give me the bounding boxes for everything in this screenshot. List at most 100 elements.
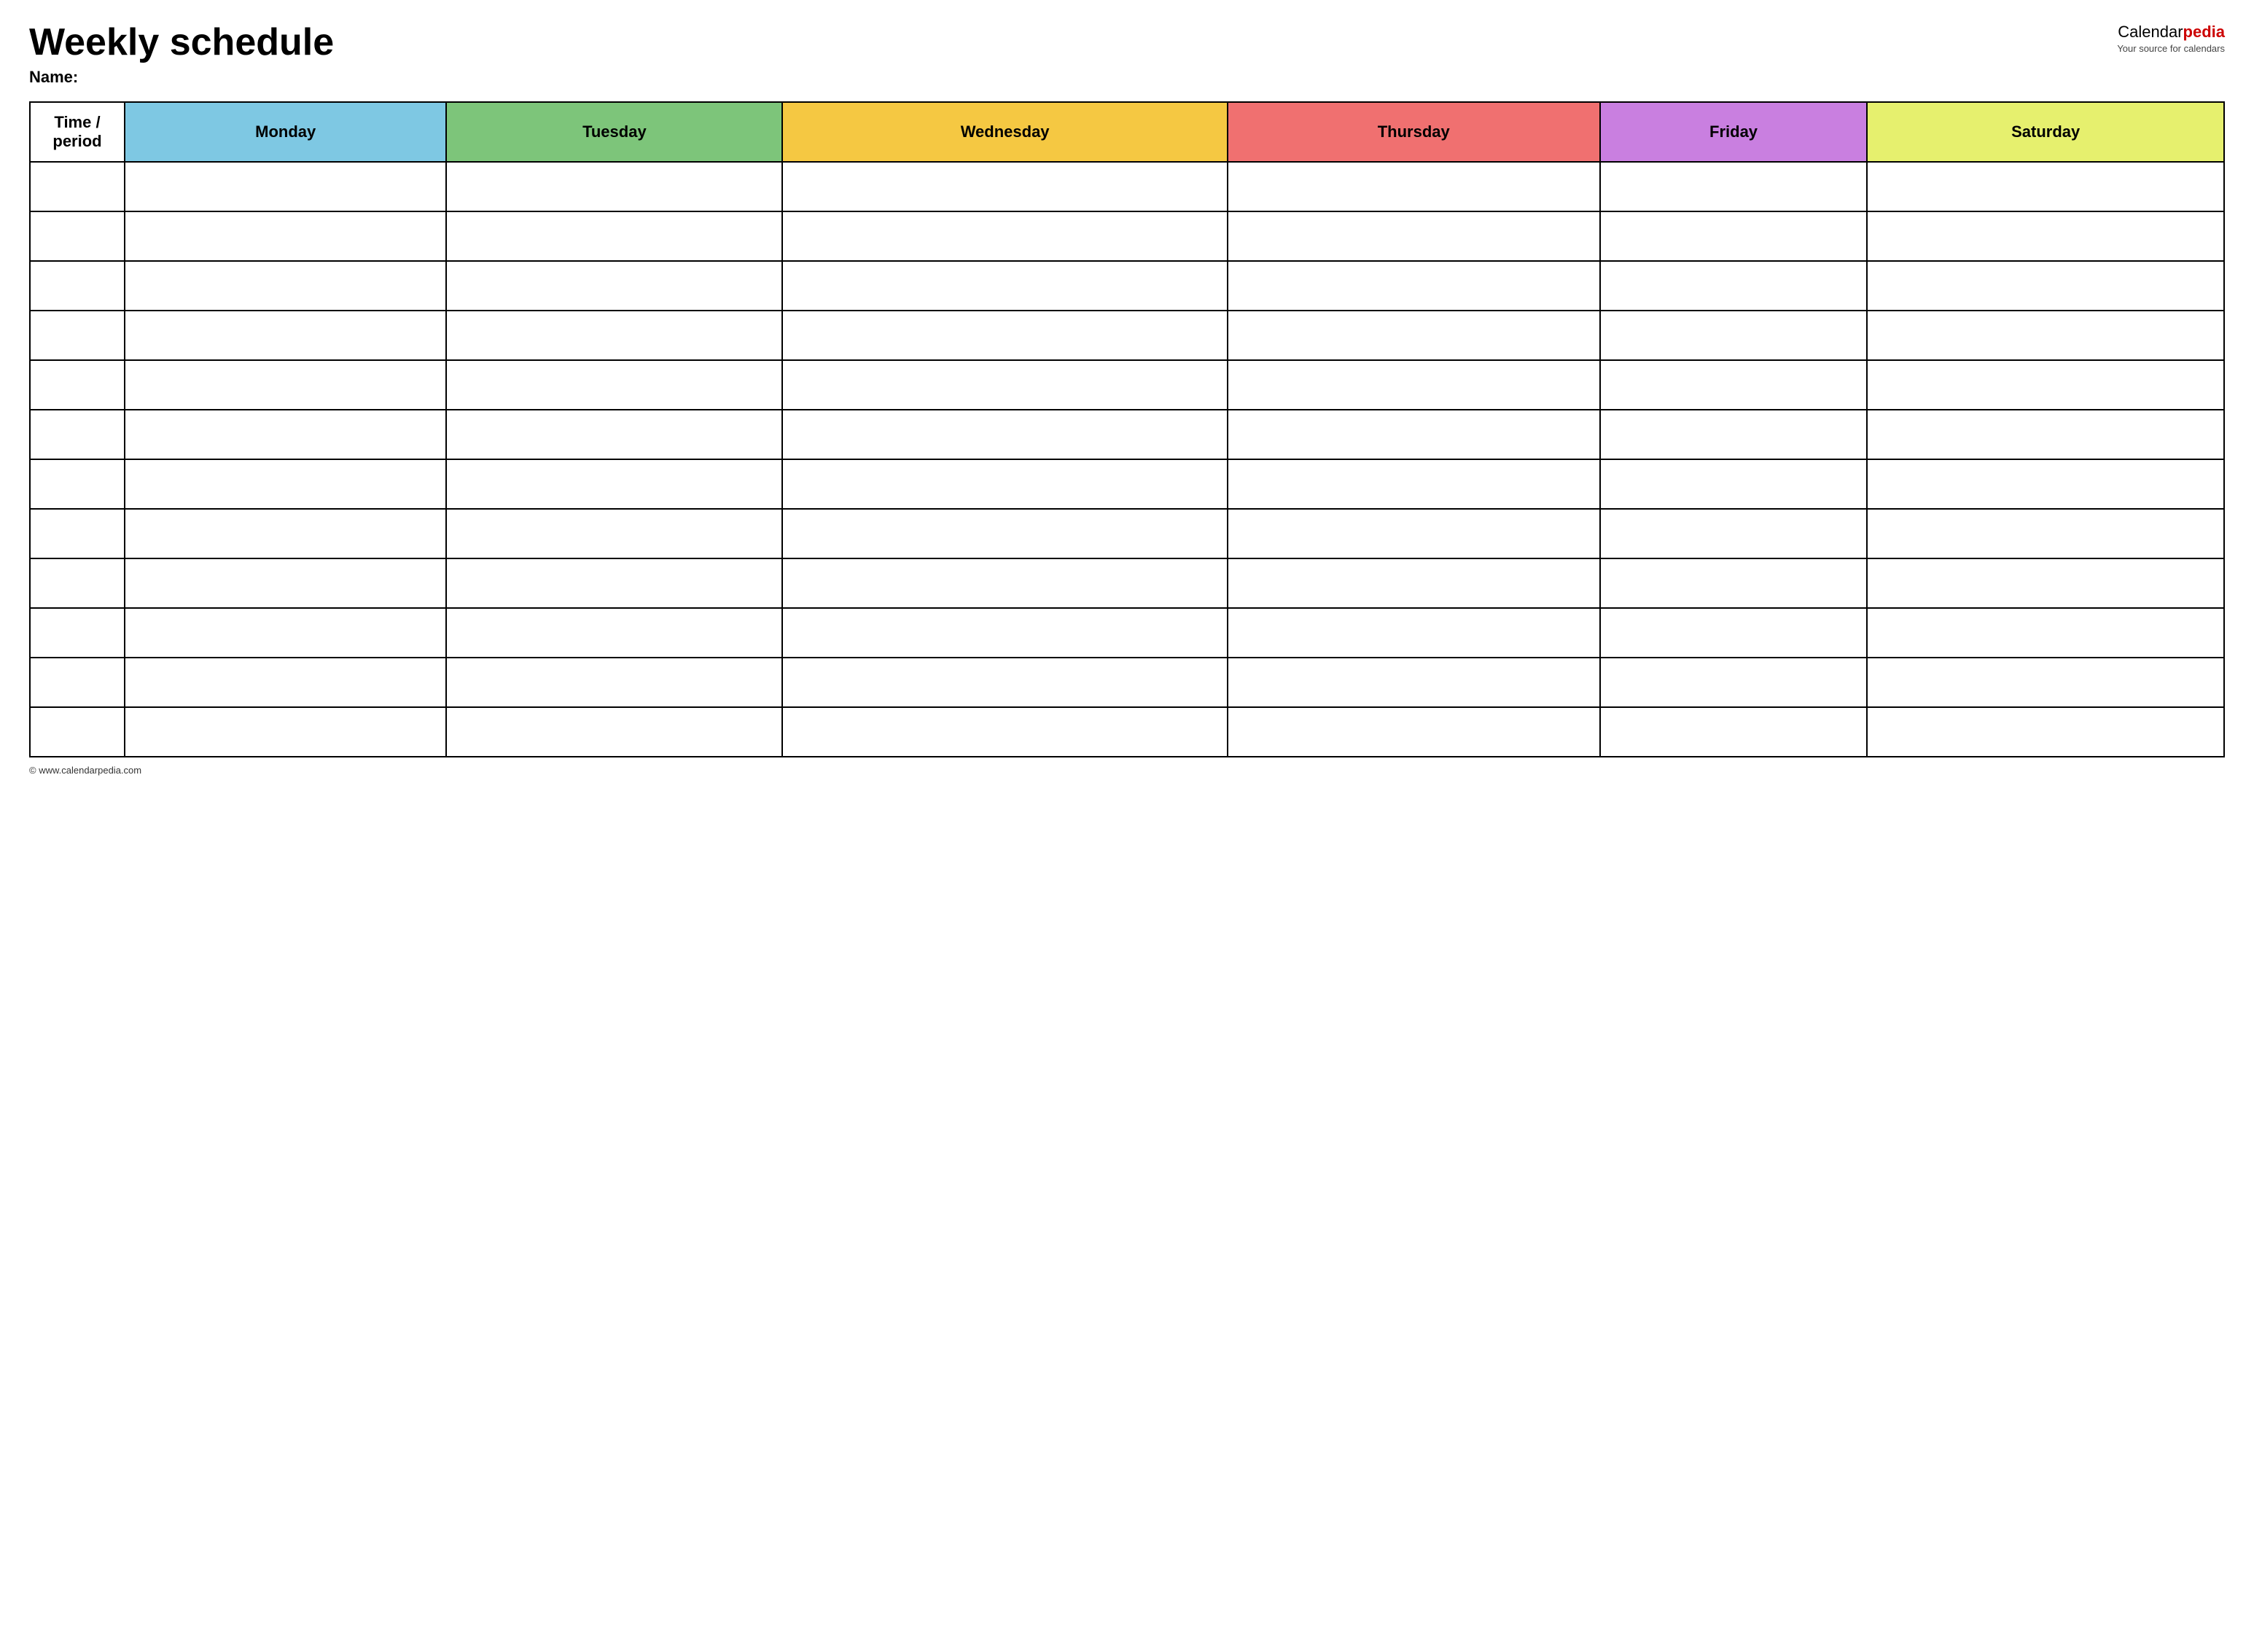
table-cell[interactable] [782, 707, 1227, 757]
footer-text: © www.calendarpedia.com [29, 765, 2225, 776]
table-cell[interactable] [782, 459, 1227, 509]
table-cell[interactable] [1228, 608, 1600, 658]
table-cell[interactable] [125, 211, 446, 261]
col-header-wednesday: Wednesday [782, 102, 1227, 162]
table-cell[interactable] [1600, 608, 1868, 658]
table-cell[interactable] [446, 608, 782, 658]
table-cell[interactable] [1867, 360, 2224, 410]
page-title: Weekly schedule [29, 22, 2117, 63]
table-cell[interactable] [30, 707, 125, 757]
table-cell[interactable] [1228, 658, 1600, 707]
table-cell[interactable] [1867, 211, 2224, 261]
table-cell[interactable] [1228, 360, 1600, 410]
table-cell[interactable] [1867, 459, 2224, 509]
table-cell[interactable] [30, 608, 125, 658]
col-header-tuesday: Tuesday [446, 102, 782, 162]
table-cell[interactable] [125, 410, 446, 459]
table-cell[interactable] [1600, 360, 1868, 410]
table-cell[interactable] [30, 211, 125, 261]
table-cell[interactable] [782, 261, 1227, 311]
table-cell[interactable] [782, 608, 1227, 658]
schedule-body [30, 162, 2224, 757]
table-cell[interactable] [1600, 459, 1868, 509]
table-cell[interactable] [30, 558, 125, 608]
table-cell[interactable] [446, 261, 782, 311]
table-cell[interactable] [446, 311, 782, 360]
table-cell[interactable] [1867, 162, 2224, 211]
table-cell[interactable] [125, 459, 446, 509]
table-cell[interactable] [1228, 558, 1600, 608]
table-cell[interactable] [30, 162, 125, 211]
table-cell[interactable] [1867, 311, 2224, 360]
table-row [30, 608, 2224, 658]
table-cell[interactable] [446, 211, 782, 261]
table-cell[interactable] [1867, 558, 2224, 608]
table-cell[interactable] [1600, 162, 1868, 211]
table-row [30, 509, 2224, 558]
table-cell[interactable] [446, 558, 782, 608]
table-cell[interactable] [1228, 509, 1600, 558]
table-cell[interactable] [1600, 509, 1868, 558]
table-cell[interactable] [125, 707, 446, 757]
table-cell[interactable] [30, 459, 125, 509]
table-row [30, 410, 2224, 459]
table-cell[interactable] [1228, 211, 1600, 261]
table-cell[interactable] [446, 459, 782, 509]
table-cell[interactable] [782, 360, 1227, 410]
table-cell[interactable] [1228, 459, 1600, 509]
header-area: Weekly schedule Name: Calendarpedia Your… [29, 22, 2225, 87]
table-cell[interactable] [782, 162, 1227, 211]
table-cell[interactable] [1228, 410, 1600, 459]
col-header-time: Time / period [30, 102, 125, 162]
table-cell[interactable] [1600, 707, 1868, 757]
table-cell[interactable] [1867, 707, 2224, 757]
table-cell[interactable] [1600, 211, 1868, 261]
table-cell[interactable] [30, 658, 125, 707]
schedule-table: Time / period Monday Tuesday Wednesday T… [29, 101, 2225, 757]
table-cell[interactable] [782, 558, 1227, 608]
table-cell[interactable] [125, 608, 446, 658]
table-cell[interactable] [1867, 608, 2224, 658]
table-cell[interactable] [1867, 509, 2224, 558]
col-header-friday: Friday [1600, 102, 1868, 162]
title-section: Weekly schedule Name: [29, 22, 2117, 87]
table-cell[interactable] [125, 658, 446, 707]
table-cell[interactable] [125, 162, 446, 211]
table-cell[interactable] [1600, 261, 1868, 311]
table-cell[interactable] [782, 658, 1227, 707]
table-cell[interactable] [1228, 311, 1600, 360]
table-cell[interactable] [1228, 261, 1600, 311]
header-row: Time / period Monday Tuesday Wednesday T… [30, 102, 2224, 162]
table-cell[interactable] [125, 311, 446, 360]
table-cell[interactable] [1600, 558, 1868, 608]
table-cell[interactable] [446, 658, 782, 707]
table-cell[interactable] [125, 558, 446, 608]
table-cell[interactable] [125, 360, 446, 410]
table-cell[interactable] [446, 509, 782, 558]
table-cell[interactable] [30, 509, 125, 558]
table-cell[interactable] [1867, 410, 2224, 459]
table-cell[interactable] [1600, 658, 1868, 707]
table-cell[interactable] [782, 211, 1227, 261]
table-cell[interactable] [30, 311, 125, 360]
table-cell[interactable] [1600, 311, 1868, 360]
table-cell[interactable] [125, 261, 446, 311]
table-cell[interactable] [1867, 658, 2224, 707]
table-cell[interactable] [782, 311, 1227, 360]
table-cell[interactable] [30, 410, 125, 459]
table-cell[interactable] [446, 707, 782, 757]
table-cell[interactable] [1867, 261, 2224, 311]
table-cell[interactable] [1600, 410, 1868, 459]
table-cell[interactable] [30, 261, 125, 311]
table-cell[interactable] [125, 509, 446, 558]
table-cell[interactable] [446, 410, 782, 459]
table-row [30, 311, 2224, 360]
table-row [30, 261, 2224, 311]
table-cell[interactable] [1228, 707, 1600, 757]
table-cell[interactable] [782, 410, 1227, 459]
table-cell[interactable] [446, 360, 782, 410]
table-cell[interactable] [30, 360, 125, 410]
table-cell[interactable] [1228, 162, 1600, 211]
table-cell[interactable] [782, 509, 1227, 558]
table-cell[interactable] [446, 162, 782, 211]
